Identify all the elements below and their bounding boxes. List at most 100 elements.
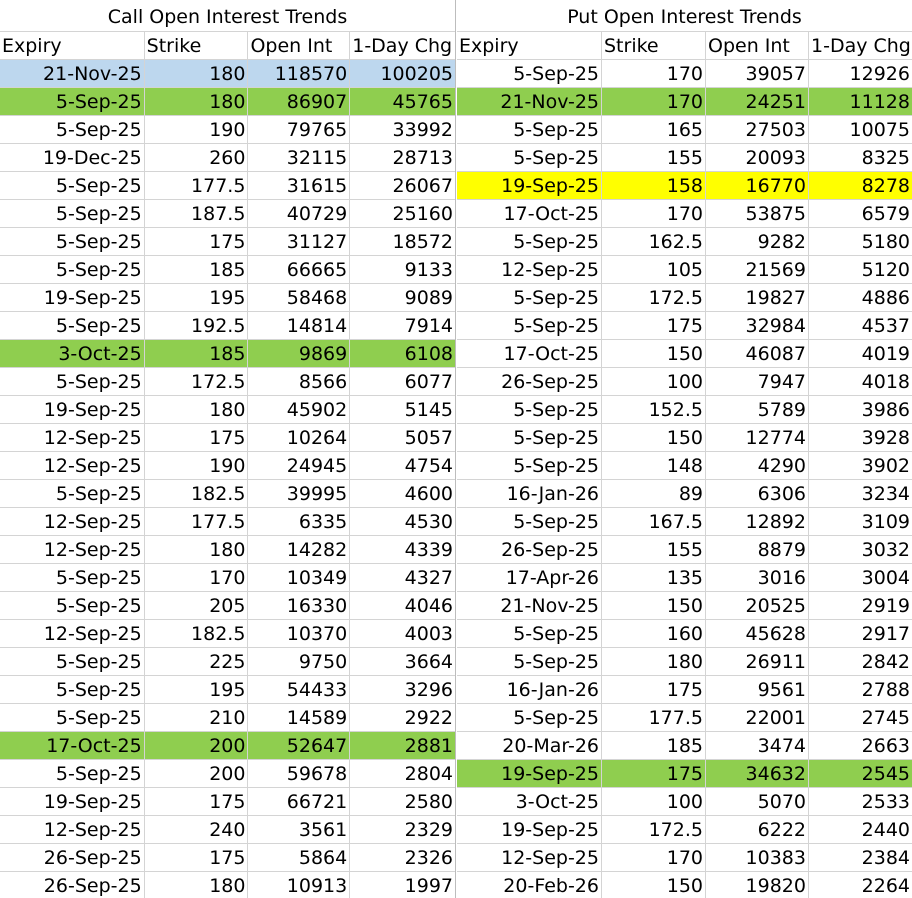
put-day-chg-cell[interactable]: 6579 [809,200,912,227]
put-day-chg-cell[interactable]: 4886 [809,284,912,311]
call-strike-cell[interactable]: 225 [145,648,249,675]
call-header-open-int[interactable]: Open Int [248,32,351,59]
call-day-chg-cell[interactable]: 4530 [350,508,455,535]
put-strike-cell[interactable]: 172.5 [602,284,706,311]
call-expiry-cell[interactable]: 5-Sep-25 [0,228,145,255]
call-day-chg-cell[interactable]: 3664 [350,648,455,675]
put-expiry-cell[interactable]: 5-Sep-25 [457,452,602,479]
call-day-chg-cell[interactable]: 5145 [350,396,455,423]
call-strike-cell[interactable]: 180 [145,396,249,423]
put-expiry-cell[interactable]: 3-Oct-25 [457,788,602,815]
call-open-int-cell[interactable]: 40729 [248,200,351,227]
call-strike-cell[interactable]: 170 [145,564,249,591]
put-day-chg-cell[interactable]: 10075 [809,116,912,143]
put-open-int-cell[interactable]: 45628 [706,620,809,647]
put-strike-cell[interactable]: 152.5 [602,396,706,423]
put-day-chg-cell[interactable]: 12926 [809,60,912,87]
put-day-chg-cell[interactable]: 2842 [809,648,912,675]
put-strike-cell[interactable]: 162.5 [602,228,706,255]
put-day-chg-cell[interactable]: 2788 [809,676,912,703]
put-expiry-cell[interactable]: 5-Sep-25 [457,60,602,87]
put-expiry-cell[interactable]: 5-Sep-25 [457,312,602,339]
call-open-int-cell[interactable]: 24945 [248,452,351,479]
put-expiry-cell[interactable]: 17-Oct-25 [457,200,602,227]
put-day-chg-cell[interactable]: 2545 [809,760,912,787]
call-strike-cell[interactable]: 182.5 [145,620,249,647]
put-strike-cell[interactable]: 150 [602,340,706,367]
call-open-int-cell[interactable]: 5864 [248,844,351,871]
call-expiry-cell[interactable]: 5-Sep-25 [0,116,145,143]
call-header-1-day-chg[interactable]: 1-Day Chg [350,32,455,59]
put-open-int-cell[interactable]: 7947 [706,368,809,395]
call-day-chg-cell[interactable]: 4339 [350,536,455,563]
put-day-chg-cell[interactable]: 5120 [809,256,912,283]
call-open-int-cell[interactable]: 9750 [248,648,351,675]
call-open-int-cell[interactable]: 79765 [248,116,351,143]
put-expiry-cell[interactable]: 26-Sep-25 [457,368,602,395]
call-open-int-cell[interactable]: 52647 [248,732,351,759]
call-open-int-cell[interactable]: 66721 [248,788,351,815]
put-strike-cell[interactable]: 135 [602,564,706,591]
put-expiry-cell[interactable]: 19-Sep-25 [457,172,602,199]
call-open-int-cell[interactable]: 10913 [248,872,351,898]
put-open-int-cell[interactable]: 32984 [706,312,809,339]
put-expiry-cell[interactable]: 19-Sep-25 [457,760,602,787]
call-open-int-cell[interactable]: 3561 [248,816,351,843]
call-header-strike[interactable]: Strike [145,32,249,59]
call-strike-cell[interactable]: 180 [145,872,249,898]
call-strike-cell[interactable]: 182.5 [145,480,249,507]
call-strike-cell[interactable]: 180 [145,536,249,563]
call-strike-cell[interactable]: 175 [145,228,249,255]
put-open-int-cell[interactable]: 6222 [706,816,809,843]
put-strike-cell[interactable]: 105 [602,256,706,283]
call-open-int-cell[interactable]: 58468 [248,284,351,311]
put-table-title[interactable]: Put Open Interest Trends [457,0,912,32]
put-strike-cell[interactable]: 150 [602,592,706,619]
put-day-chg-cell[interactable]: 5180 [809,228,912,255]
put-open-int-cell[interactable]: 26911 [706,648,809,675]
put-header-expiry[interactable]: Expiry [457,32,602,59]
put-strike-cell[interactable]: 180 [602,648,706,675]
call-open-int-cell[interactable]: 9869 [248,340,351,367]
call-expiry-cell[interactable]: 5-Sep-25 [0,256,145,283]
put-strike-cell[interactable]: 170 [602,88,706,115]
call-strike-cell[interactable]: 205 [145,592,249,619]
put-open-int-cell[interactable]: 5070 [706,788,809,815]
put-open-int-cell[interactable]: 10383 [706,844,809,871]
put-day-chg-cell[interactable]: 3032 [809,536,912,563]
call-day-chg-cell[interactable]: 3296 [350,676,455,703]
call-expiry-cell[interactable]: 26-Sep-25 [0,844,145,871]
call-expiry-cell[interactable]: 3-Oct-25 [0,340,145,367]
put-strike-cell[interactable]: 165 [602,116,706,143]
put-strike-cell[interactable]: 170 [602,200,706,227]
put-open-int-cell[interactable]: 22001 [706,704,809,731]
put-strike-cell[interactable]: 150 [602,872,706,898]
call-strike-cell[interactable]: 187.5 [145,200,249,227]
call-strike-cell[interactable]: 177.5 [145,508,249,535]
call-day-chg-cell[interactable]: 100205 [350,60,455,87]
put-day-chg-cell[interactable]: 2663 [809,732,912,759]
put-expiry-cell[interactable]: 26-Sep-25 [457,536,602,563]
call-strike-cell[interactable]: 210 [145,704,249,731]
call-expiry-cell[interactable]: 5-Sep-25 [0,564,145,591]
put-day-chg-cell[interactable]: 2745 [809,704,912,731]
call-day-chg-cell[interactable]: 2326 [350,844,455,871]
put-strike-cell[interactable]: 175 [602,676,706,703]
call-expiry-cell[interactable]: 5-Sep-25 [0,172,145,199]
put-open-int-cell[interactable]: 6306 [706,480,809,507]
call-open-int-cell[interactable]: 59678 [248,760,351,787]
put-strike-cell[interactable]: 100 [602,368,706,395]
call-expiry-cell[interactable]: 5-Sep-25 [0,760,145,787]
call-expiry-cell[interactable]: 19-Sep-25 [0,396,145,423]
call-strike-cell[interactable]: 172.5 [145,368,249,395]
put-open-int-cell[interactable]: 9561 [706,676,809,703]
put-strike-cell[interactable]: 175 [602,312,706,339]
call-open-int-cell[interactable]: 39995 [248,480,351,507]
call-day-chg-cell[interactable]: 2580 [350,788,455,815]
call-day-chg-cell[interactable]: 2804 [350,760,455,787]
put-expiry-cell[interactable]: 17-Oct-25 [457,340,602,367]
put-day-chg-cell[interactable]: 2264 [809,872,912,898]
call-table-title[interactable]: Call Open Interest Trends [0,0,455,32]
put-strike-cell[interactable]: 150 [602,424,706,451]
call-strike-cell[interactable]: 177.5 [145,172,249,199]
